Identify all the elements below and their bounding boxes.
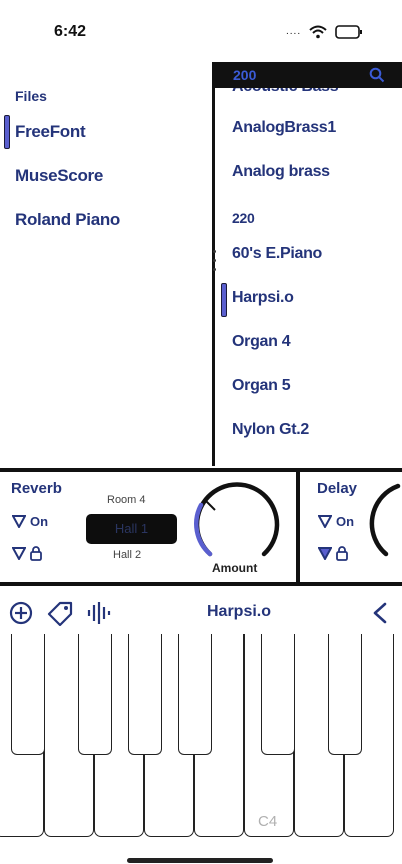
wifi-icon [309, 25, 327, 39]
chevron-down-icon [12, 515, 26, 528]
room-option-next[interactable]: Hall 2 [113, 549, 141, 561]
piano-black-key[interactable] [178, 634, 212, 755]
reverb-title: Reverb [11, 480, 62, 497]
preset-item[interactable]: Acoustic Bass [232, 88, 339, 96]
preset-item[interactable]: Organ 4 [232, 333, 291, 351]
preset-item[interactable]: Organ 5 [232, 377, 291, 395]
preset-item[interactable]: Analog brass [232, 163, 330, 181]
delay-on-label: On [336, 514, 355, 529]
files-title: Files [15, 88, 47, 104]
reverb-on-toggle[interactable]: On [12, 514, 48, 529]
octave-label: C4 [258, 813, 278, 830]
status-time: 6:42 [54, 23, 87, 40]
effects-divider [296, 472, 300, 582]
chevron-left-icon[interactable] [372, 602, 388, 624]
add-icon[interactable] [8, 600, 34, 626]
battery-icon [335, 25, 363, 39]
file-item-freefont[interactable]: FreeFont [15, 122, 86, 142]
room-picker[interactable]: Hall 1 [86, 514, 177, 544]
effects-bottom-border [0, 582, 402, 586]
search-icon[interactable] [369, 67, 385, 83]
file-selection-indicator [4, 115, 10, 149]
preset-item[interactable]: Nylon Gt.2 [232, 421, 309, 439]
chevron-down-icon [318, 547, 332, 560]
room-option-prev[interactable]: Room 4 [107, 494, 146, 506]
amount-label: Amount [212, 561, 258, 575]
waveform-icon[interactable] [86, 600, 112, 626]
preset-item[interactable]: 60's E.Piano [232, 245, 322, 263]
amount-knob[interactable] [192, 480, 282, 565]
tag-icon[interactable] [46, 600, 74, 626]
delay-title: Delay [317, 480, 358, 497]
effects-top-border [0, 468, 402, 472]
lock-icon [30, 546, 42, 561]
delay-knob[interactable] [368, 480, 402, 565]
home-indicator [127, 858, 273, 863]
reverb-on-label: On [30, 514, 49, 529]
delay-on-toggle[interactable]: On [318, 514, 354, 529]
piano-black-key[interactable] [128, 634, 162, 755]
chevron-down-icon [12, 547, 26, 560]
piano-black-key[interactable] [78, 634, 112, 755]
preset-list[interactable]: Acoustic Bass AnalogBrass1 Analog brass … [215, 88, 402, 466]
reverb-lock-toggle[interactable] [12, 546, 42, 561]
piano-black-key[interactable] [328, 634, 362, 755]
delay-lock-toggle[interactable] [318, 546, 348, 561]
lock-icon [336, 546, 348, 561]
piano-black-key[interactable] [11, 634, 45, 755]
signal-indicator: .... [286, 26, 302, 37]
bank-number[interactable]: 200 [233, 67, 256, 83]
file-item-musescore[interactable]: MuseScore [15, 166, 103, 186]
current-preset-title: Harpsi.o [207, 603, 272, 620]
piano-keyboard[interactable] [0, 634, 402, 838]
preset-item-selected[interactable]: Harpsi.o [232, 289, 294, 307]
file-item-roland-piano[interactable]: Roland Piano [15, 210, 120, 230]
status-icons: .... [286, 24, 363, 40]
preset-selection-indicator [221, 283, 227, 317]
chevron-down-icon [318, 515, 332, 528]
preset-bank-header: 220 [232, 210, 255, 226]
preset-item[interactable]: AnalogBrass1 [232, 119, 336, 137]
piano-black-key[interactable] [261, 634, 295, 755]
